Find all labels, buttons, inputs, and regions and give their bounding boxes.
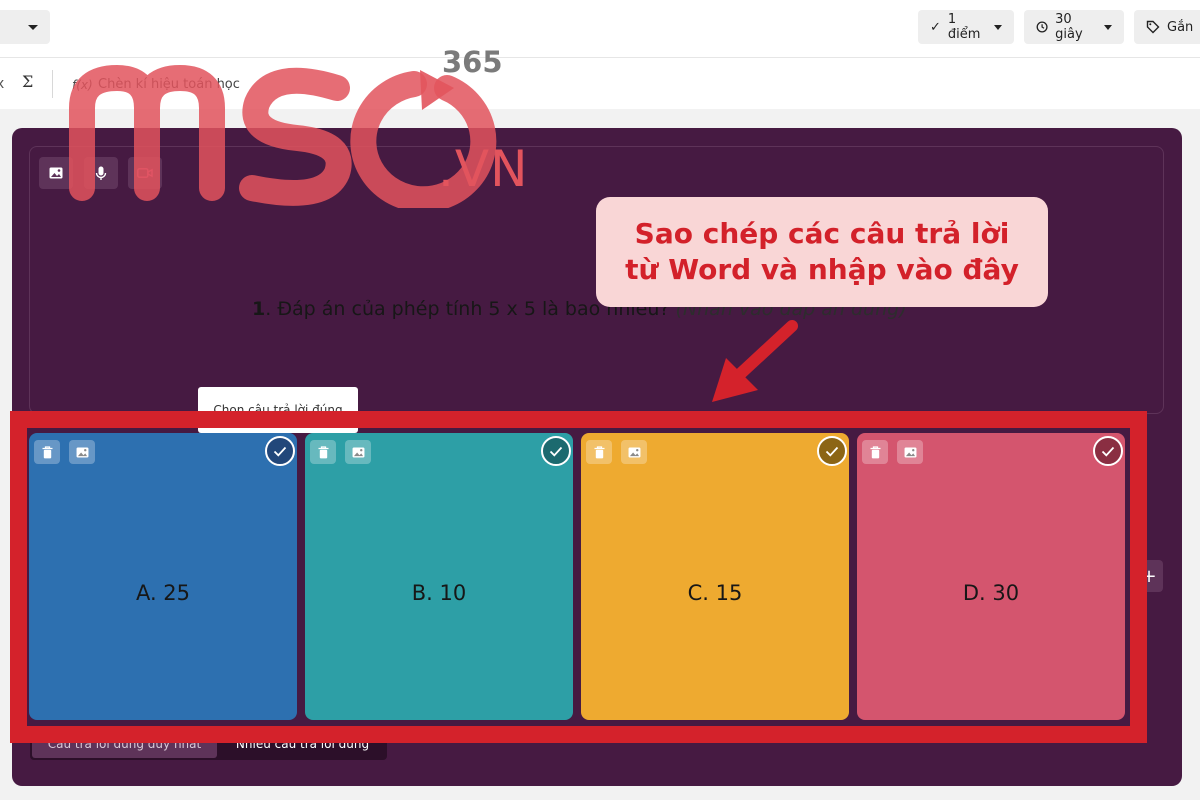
callout-arrow <box>712 320 798 402</box>
chevron-down-icon <box>28 25 38 30</box>
tag-icon <box>1146 20 1160 34</box>
time-limit-dropdown[interactable]: 30 giây <box>1024 10 1124 44</box>
toolbar-divider <box>52 70 53 98</box>
question-number: 1 <box>252 298 266 320</box>
sigma-button[interactable]: Σ <box>22 72 33 91</box>
callout-line-1: Sao chép các câu trả lời <box>634 216 1010 250</box>
clock-icon <box>1036 21 1048 33</box>
points-label: 1 điểm <box>947 12 981 42</box>
chevron-down-icon <box>1104 24 1112 30</box>
question-type-dropdown[interactable] <box>0 10 50 44</box>
chevron-down-icon <box>994 24 1002 30</box>
highlight-frame <box>10 411 1147 743</box>
tag-button[interactable]: Gắn <box>1134 10 1200 44</box>
watermark-365: 365 <box>442 45 503 79</box>
time-label: 30 giây <box>1055 12 1083 42</box>
instruction-callout: Sao chép các câu trả lời từ Word và nhập… <box>596 197 1048 307</box>
tag-label: Gắn <box>1167 19 1194 35</box>
subscript-icon[interactable]: x <box>0 76 4 92</box>
image-icon <box>49 167 63 179</box>
callout-line-2: từ Word và nhập vào đây <box>625 253 1019 286</box>
points-dropdown[interactable]: ✓ 1 điểm <box>918 10 1014 44</box>
watermark-vn: .VN <box>438 140 529 198</box>
checkmark-icon: ✓ <box>930 19 941 35</box>
